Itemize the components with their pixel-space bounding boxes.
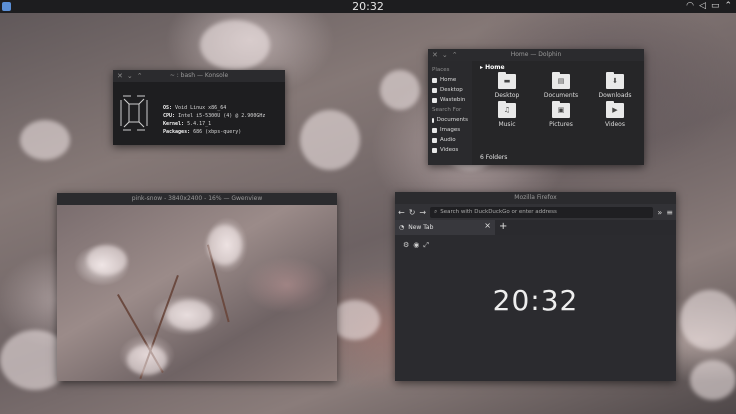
folder-downloads[interactable]: ⬇ Downloads xyxy=(588,72,642,99)
music-note-icon xyxy=(432,137,437,143)
place-desktop[interactable]: Desktop xyxy=(428,85,472,95)
gwenview-window: pink-snow - 3840x2400 - 16% — Gwenview xyxy=(57,193,337,381)
blossom-shape xyxy=(87,245,127,275)
status-bar: 6 Folders xyxy=(480,154,508,161)
minimize-icon[interactable]: ⌄ xyxy=(442,49,448,61)
place-home[interactable]: Home xyxy=(428,75,472,85)
url-placeholder: Search with DuckDuckGo or enter address xyxy=(440,209,557,215)
back-icon[interactable]: ← xyxy=(398,208,405,217)
folder-pictures[interactable]: ▣ Pictures xyxy=(534,101,588,128)
search-icon: ⌕ xyxy=(434,208,438,215)
firefox-window: Mozilla Firefox ← ↻ → ⌕ Search with Duck… xyxy=(395,192,676,381)
url-bar[interactable]: ⌕ Search with DuckDuckGo or enter addres… xyxy=(430,206,654,218)
tab-strip: ◔ New Tab × + xyxy=(395,220,676,235)
search-documents[interactable]: Documents xyxy=(428,115,472,125)
firefox-title: Mozilla Firefox xyxy=(514,194,557,201)
terminal-output[interactable]: OS: Void Linux x86_64 CPU: Intel i5-5300… xyxy=(113,82,285,136)
new-tab-button[interactable]: + xyxy=(499,220,507,234)
folder-videos[interactable]: ▶ Videos xyxy=(588,101,642,128)
search-images[interactable]: Images xyxy=(428,125,472,135)
search-header: Search For xyxy=(432,107,462,113)
folder-music[interactable]: ♫ Music xyxy=(480,101,534,128)
folder-documents[interactable]: ▤ Documents xyxy=(534,72,588,99)
close-icon[interactable]: ✕ xyxy=(117,70,123,82)
folder-documents-icon: ▤ xyxy=(552,72,570,89)
info-line: Packages: 686 (xbps-query) xyxy=(163,129,242,135)
video-icon xyxy=(432,147,437,153)
home-icon xyxy=(432,77,437,83)
page-toolbar: ⚙ ◉ ⤢ xyxy=(403,241,429,250)
volume-icon[interactable]: ◁ xyxy=(699,1,706,12)
info-line: CPU: Intel i5-5300U (4) @ 2.900GHz xyxy=(163,113,266,119)
folder-view: ▸ Home ▬ Desktop ▤ Documents ⬇ Downloads ♫ M… xyxy=(476,61,644,165)
tab-label: New Tab xyxy=(408,224,434,231)
image-preview[interactable] xyxy=(57,205,337,381)
konsole-window: ✕ ⌄ ⌃ ~ : bash — Konsole OS: Void Linux … xyxy=(113,70,285,145)
reload-icon[interactable]: ↻ xyxy=(409,208,416,217)
tab-new-tab[interactable]: ◔ New Tab × xyxy=(395,220,495,235)
eye-icon[interactable]: ◉ xyxy=(413,241,419,250)
gear-icon[interactable]: ⚙ xyxy=(403,241,409,250)
system-info: OS: Void Linux x86_64 CPU: Intel i5-5300… xyxy=(163,104,265,136)
folder-desktop[interactable]: ▬ Desktop xyxy=(480,72,534,99)
info-line: OS: Void Linux x86_64 xyxy=(163,105,227,111)
close-icon[interactable]: ✕ xyxy=(432,49,438,61)
info-line: Kernel: 5.4.17_1 xyxy=(163,121,212,127)
page-content: ⚙ ◉ ⤢ 20:32 xyxy=(395,235,676,381)
page-clock: 20:32 xyxy=(492,284,579,317)
document-icon xyxy=(432,117,434,123)
firefox-titlebar[interactable]: Mozilla Firefox xyxy=(395,192,676,204)
blossom-shape xyxy=(167,300,212,330)
battery-icon[interactable]: ▭ xyxy=(711,1,720,12)
konsole-title: ~ : bash — Konsole xyxy=(169,72,229,79)
dolphin-title: Home — Dolphin xyxy=(510,51,562,58)
top-panel: 20:32 ◠ ◁ ▭ ⌃ xyxy=(0,0,736,13)
blossom-shape xyxy=(207,225,242,265)
folder-pictures-icon: ▣ xyxy=(552,101,570,118)
konsole-titlebar[interactable]: ✕ ⌄ ⌃ ~ : bash — Konsole xyxy=(113,70,285,82)
minimize-icon[interactable]: ⌄ xyxy=(127,70,133,82)
firefox-icon: ◔ xyxy=(399,224,405,231)
maximize-icon[interactable]: ⌃ xyxy=(452,49,458,61)
close-tab-icon[interactable]: × xyxy=(484,221,491,230)
folder-desktop-icon: ▬ xyxy=(498,72,516,89)
folder-music-icon: ♫ xyxy=(498,101,516,118)
search-audio[interactable]: Audio xyxy=(428,135,472,145)
blossom-shape xyxy=(127,345,167,375)
folder-videos-icon: ▶ xyxy=(606,101,624,118)
chevron-up-icon[interactable]: ⌃ xyxy=(724,1,732,12)
nav-toolbar: ← ↻ → ⌕ Search with DuckDuckGo or enter … xyxy=(395,204,676,220)
maximize-icon[interactable]: ⌃ xyxy=(137,70,143,82)
dolphin-titlebar[interactable]: ✕ ⌄ ⌃ Home — Dolphin xyxy=(428,49,644,61)
places-panel: Places Home Desktop Wastebin Search For … xyxy=(428,61,472,165)
folder-downloads-icon: ⬇ xyxy=(606,72,624,89)
places-header: Places xyxy=(432,67,450,73)
expand-icon[interactable]: ⤢ xyxy=(423,241,429,250)
forward-icon[interactable]: → xyxy=(419,208,426,217)
trash-icon xyxy=(432,97,437,103)
overflow-chevron-icon[interactable]: » xyxy=(657,208,662,217)
void-linux-logo xyxy=(120,95,148,131)
menu-icon[interactable]: ≡ xyxy=(666,208,673,217)
system-tray: ◠ ◁ ▭ ⌃ xyxy=(686,1,732,12)
place-wastebin[interactable]: Wastebin xyxy=(428,95,472,105)
wifi-icon[interactable]: ◠ xyxy=(686,1,694,12)
panel-clock[interactable]: 20:32 xyxy=(0,0,736,13)
dolphin-window: ✕ ⌄ ⌃ Home — Dolphin Places Home Desktop… xyxy=(428,49,644,165)
gwenview-titlebar[interactable]: pink-snow - 3840x2400 - 16% — Gwenview xyxy=(57,193,337,205)
desktop-icon xyxy=(432,87,437,93)
gwenview-title: pink-snow - 3840x2400 - 16% — Gwenview xyxy=(131,195,263,202)
search-videos[interactable]: Videos xyxy=(428,145,472,155)
image-icon xyxy=(432,127,437,133)
